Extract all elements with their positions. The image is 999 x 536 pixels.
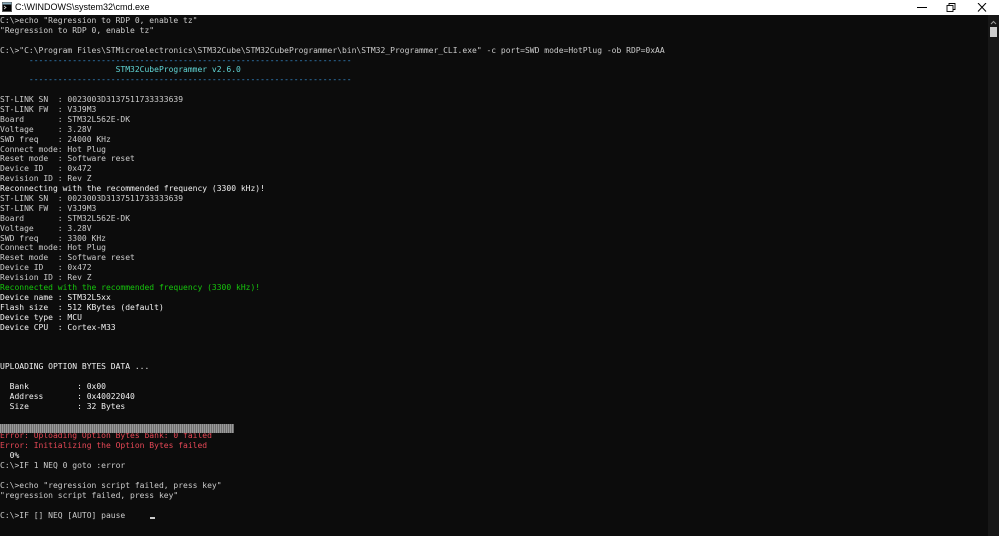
console-line: ST-LINK SN : 0023003D3137511733333639	[0, 194, 184, 204]
console-line: Reset mode : Software reset	[0, 154, 135, 164]
console-line: Bank : 0x00	[0, 381, 106, 391]
console-line: Device ID : 0x472	[0, 263, 92, 273]
console-line: ----------------------------------------…	[0, 75, 352, 85]
vertical-scrollbar[interactable]	[988, 15, 999, 536]
console-line: Connect mode: Hot Plug	[0, 243, 106, 253]
console-line: Error: Initializing the Option Bytes fai…	[0, 441, 208, 451]
console-line: ST-LINK FW : V3J9M3	[0, 105, 97, 115]
console-line: Device CPU : Cortex-M33	[0, 322, 116, 332]
close-icon	[977, 3, 987, 12]
minimize-icon	[917, 7, 927, 8]
console-line: Revision ID : Rev Z	[0, 174, 92, 184]
console-line: Reconnected with the recommended frequen…	[0, 283, 261, 293]
console-line: C:\>"C:\Program Files\STMicroelectronics…	[0, 45, 665, 55]
console-lines: C:\>echo "Regression to RDP 0, enable tz…	[0, 16, 665, 520]
cmd-icon	[2, 2, 12, 12]
console-line: ST-LINK SN : 0023003D3137511733333639	[0, 95, 184, 105]
console-line: C:\>echo "Regression to RDP 0, enable tz…	[0, 16, 198, 25]
minimize-button[interactable]	[908, 0, 938, 15]
console-line: Flash size : 512 KBytes (default)	[0, 302, 164, 312]
scroll-up-arrow-icon[interactable]	[988, 15, 999, 25]
console-line: Device type : MCU	[0, 312, 82, 322]
title-bar[interactable]: C:\WINDOWS\system32\cmd.exe	[0, 0, 999, 15]
console-line: Board : STM32L562E-DK	[0, 114, 131, 124]
console-line: Voltage : 3.28V	[0, 124, 92, 134]
cmd-window: C:\WINDOWS\system32\cmd.exe C:\>echo "Re…	[0, 0, 999, 536]
console-line: SWD freq : 3300 KHz	[0, 233, 106, 243]
restore-button[interactable]	[937, 0, 967, 15]
console-output[interactable]: C:\>echo "Regression to RDP 0, enable tz…	[0, 15, 988, 536]
console-line: Device name : STM32L5xx	[0, 292, 111, 302]
console-line: UPLOADING OPTION BYTES DATA ...	[0, 362, 150, 372]
console-line: C:\>echo "regression script failed, pres…	[0, 480, 222, 490]
console-line: Address : 0x40022040	[0, 391, 135, 401]
upload-progress-bar	[0, 424, 234, 433]
text-cursor	[150, 517, 155, 519]
console-line: C:\>IF 1 NEQ 0 goto :error	[0, 461, 126, 471]
console-line: Board : STM32L562E-DK	[0, 213, 131, 223]
console-line: "Regression to RDP 0, enable tz"	[0, 25, 155, 35]
console-line: ----------------------------------------…	[0, 55, 352, 65]
console-line: Device ID : 0x472	[0, 164, 92, 174]
console-line: Connect mode: Hot Plug	[0, 144, 106, 154]
close-button[interactable]	[968, 0, 998, 15]
console-line: "regression script failed, press key"	[0, 490, 179, 500]
console-line: Size : 32 Bytes	[0, 401, 126, 411]
console-line: ST-LINK FW : V3J9M3	[0, 203, 97, 213]
console-line: Reset mode : Software reset	[0, 253, 135, 263]
maximize-icon	[946, 3, 956, 12]
window-title: C:\WINDOWS\system32\cmd.exe	[15, 2, 150, 12]
console-line: SWD freq : 24000 KHz	[0, 134, 111, 144]
console-line: Revision ID : Rev Z	[0, 273, 92, 283]
scroll-thumb[interactable]	[990, 27, 997, 37]
console-line: 0%	[0, 451, 20, 461]
console-line: Voltage : 3.28V	[0, 223, 92, 233]
console-line: C:\>IF [] NEQ [AUTO] pause	[0, 510, 126, 520]
console-line: STM32CubeProgrammer v2.6.0	[0, 65, 241, 75]
console-line: Reconnecting with the recommended freque…	[0, 184, 265, 194]
